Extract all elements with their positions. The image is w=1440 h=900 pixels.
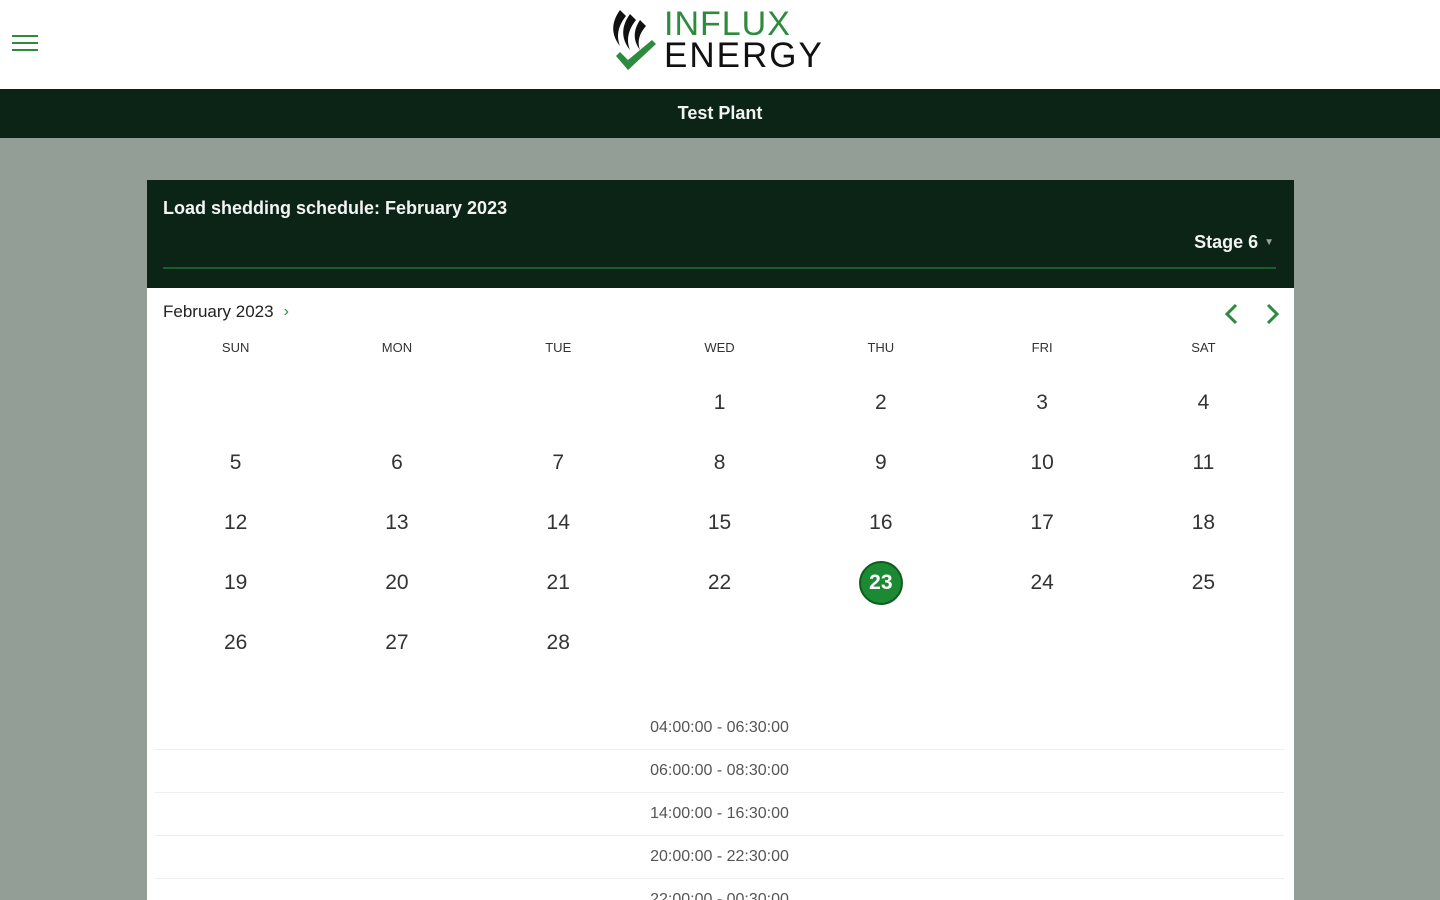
day-cell[interactable]: 9 [800,433,961,493]
plant-title: Test Plant [677,103,763,123]
weekday-label: WED [704,340,735,355]
day-number: 20 [385,571,409,594]
weekday-label: SAT [1191,340,1216,355]
day-number: 7 [552,451,565,474]
chevron-left-icon [1224,303,1238,325]
day-number: 24 [1030,571,1054,594]
day-cell[interactable]: 3 [961,373,1122,433]
schedule-header: Load shedding schedule: February 2023 St… [147,180,1294,288]
day-cell[interactable]: 19 [155,553,316,613]
day-number: 6 [391,451,403,474]
weekday-label: FRI [1031,340,1053,355]
day-cell[interactable]: 1 [639,373,800,433]
flame-logo-icon [613,10,656,70]
day-number: 23 [858,561,903,605]
day-cell[interactable]: 24 [961,553,1122,613]
day-number: 9 [874,451,887,474]
month-picker[interactable]: February 2023 › [163,302,289,322]
day-cell[interactable]: 27 [316,613,477,673]
day-number: 5 [229,451,242,474]
day-cell[interactable]: 8 [639,433,800,493]
day-cell[interactable]: 20 [316,553,477,613]
schedule-title: Load shedding schedule: February 2023 [163,198,508,218]
month-label: February 2023 [163,302,274,321]
day-number: 19 [223,571,248,594]
day-cell[interactable]: 6 [316,433,477,493]
logo[interactable]: INFLUX ENERGY [606,4,836,75]
chevron-right-icon [1266,303,1280,325]
day-number: 1 [713,391,726,414]
next-month-button[interactable] [1259,300,1285,328]
day-cell[interactable]: 15 [639,493,800,553]
day-number: 18 [1191,511,1216,534]
day-number: 16 [869,511,893,534]
day-cell[interactable]: 26 [155,613,316,673]
day-cell[interactable]: 12 [155,493,316,553]
empty-day-cell [316,373,477,433]
day-number: 3 [1036,391,1048,414]
empty-day-cell [478,373,639,433]
day-number: 26 [223,631,248,654]
menu-icon[interactable] [12,35,40,55]
timeslot-item: 22:00:00 - 00:30:00 [155,879,1284,900]
day-number: 21 [546,571,570,594]
day-number: 28 [546,631,570,654]
day-cell[interactable]: 21 [478,553,639,613]
day-cell[interactable]: 10 [961,433,1122,493]
prev-month-button[interactable] [1219,300,1245,328]
day-cell[interactable]: 17 [961,493,1122,553]
day-number: 2 [874,391,887,414]
weekday-label: MON [381,340,413,355]
timeslot-item: 20:00:00 - 22:30:00 [155,836,1284,879]
caret-down-icon: ▼ [1264,237,1274,248]
day-number: 25 [1191,571,1216,594]
day-cell[interactable]: 5 [155,433,316,493]
empty-day-cell [155,373,316,433]
plant-bar: Test Plant [0,89,1440,138]
timeslot-item: 06:00:00 - 08:30:00 [155,750,1284,793]
top-bar: INFLUX ENERGY [0,0,1440,89]
day-number: 15 [707,511,732,534]
weekday-label: TUE [545,340,572,355]
day-cell[interactable]: 28 [478,613,639,673]
day-cell[interactable]: 4 [1123,373,1284,433]
schedule-card: Load shedding schedule: February 2023 St… [147,180,1294,900]
stage-select-value: Stage 6 [1194,232,1259,252]
timeslot-list: 04:00:00 - 06:30:00 06:00:00 - 08:30:00 14… [155,707,1284,900]
day-number: 14 [546,511,570,534]
logo-text-energy: ENERGY [664,36,824,75]
weekday-label: THU [867,340,895,355]
day-cell[interactable]: 13 [316,493,477,553]
timeslot-item: 04:00:00 - 06:30:00 [155,707,1284,750]
timeslot-item: 14:00:00 - 16:30:00 [155,793,1284,836]
day-number: 8 [713,451,726,474]
day-number: 11 [1192,451,1215,474]
day-cell[interactable]: 25 [1123,553,1284,613]
day-number: 27 [385,631,409,654]
chevron-right-icon: › [283,303,289,320]
day-cell[interactable]: 11 [1123,433,1284,493]
day-number: 13 [385,511,409,534]
weekday-label: SUN [221,340,250,355]
day-number: 17 [1030,511,1054,534]
header-divider [163,267,1276,269]
day-number: 10 [1030,451,1054,474]
selected-day-cell[interactable]: 23 [800,553,961,613]
day-cell[interactable]: 22 [639,553,800,613]
stage-select[interactable]: Stage 6 ▼ [1194,232,1274,253]
day-number: 12 [223,511,248,534]
calendar-grid: 1 2 3 4 5 6 7 8 9 10 11 12 13 14 15 16 17 18 19 20 21 22 23 24 2… [155,373,1284,673]
day-cell[interactable]: 7 [478,433,639,493]
day-cell[interactable]: 18 [1123,493,1284,553]
day-cell[interactable]: 16 [800,493,961,553]
weekday-header-row: SUN MON TUE WED THU FRI SAT [155,340,1284,355]
day-cell[interactable]: 14 [478,493,639,553]
day-number: 22 [707,571,732,594]
day-number: 4 [1197,391,1210,414]
day-cell[interactable]: 2 [800,373,961,433]
